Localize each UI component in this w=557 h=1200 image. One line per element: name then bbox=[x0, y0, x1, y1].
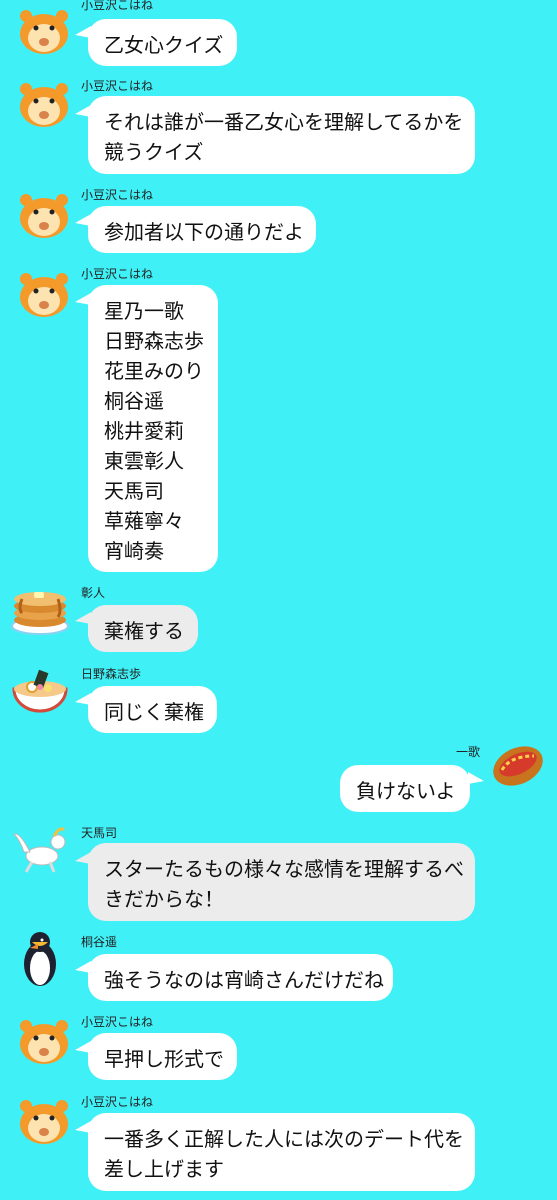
hamster-icon[interactable] bbox=[16, 1090, 72, 1146]
message-line: 負けないよ bbox=[356, 779, 456, 803]
message-line: 強そうなのは宵崎さんだけだね bbox=[104, 968, 384, 992]
message-line: それは誰が一番乙女心を理解してるかを bbox=[104, 110, 464, 134]
message-line: 一番多く正解した人には次のデート代を bbox=[104, 1127, 464, 1151]
message-line: 乙女心クイズ bbox=[104, 33, 224, 57]
hamster-icon[interactable] bbox=[16, 263, 72, 319]
message-bubble[interactable]: 同じく棄権 bbox=[88, 686, 217, 733]
message-line: 星乃一歌 bbox=[104, 299, 184, 323]
sender-name: 一歌 bbox=[456, 745, 481, 759]
sender-name: 小豆沢こはね bbox=[81, 188, 154, 202]
message-bubble[interactable]: 負けないよ bbox=[340, 765, 470, 812]
message-bubble[interactable]: 棄権する bbox=[88, 605, 198, 652]
sender-name: 小豆沢こはね bbox=[81, 79, 154, 93]
sender-name: 小豆沢こはね bbox=[81, 1095, 154, 1109]
message-line: 天馬司 bbox=[104, 479, 164, 503]
penguin-icon[interactable] bbox=[14, 930, 66, 988]
message-line: 宵崎奏 bbox=[104, 539, 164, 563]
bubble-tail bbox=[468, 772, 484, 784]
message-bubble[interactable]: 一番多く正解した人には次のデート代を 差し上げます bbox=[88, 1113, 475, 1191]
hamster-icon[interactable] bbox=[16, 0, 72, 56]
message-line: 棄権する bbox=[104, 619, 184, 643]
pegasus-icon[interactable] bbox=[10, 822, 72, 878]
hamster-icon[interactable] bbox=[16, 184, 72, 240]
hotdog-icon[interactable] bbox=[488, 740, 548, 792]
sender-name: 小豆沢こはね bbox=[81, 267, 154, 281]
sender-name: 天馬司 bbox=[81, 826, 118, 840]
message-line: 早押し形式で bbox=[104, 1047, 224, 1071]
message-bubble[interactable]: 参加者以下の通りだよ bbox=[88, 206, 316, 253]
message-line: 草薙寧々 bbox=[104, 509, 184, 533]
message-line: 桃井愛莉 bbox=[104, 419, 184, 443]
sender-name: 彰人 bbox=[81, 586, 106, 600]
message-line: 競うクイズ bbox=[104, 140, 204, 164]
sender-name: 小豆沢こはね bbox=[81, 1015, 154, 1029]
message-line: 日野森志歩 bbox=[104, 329, 204, 353]
message-line: 花里みのり bbox=[104, 359, 204, 383]
message-bubble[interactable]: 星乃一歌 日野森志歩 花里みのり 桐谷遥 桃井愛莉 東雲彰人 天馬司 草薙寧々 … bbox=[88, 285, 218, 572]
message-line: 参加者以下の通りだよ bbox=[104, 220, 304, 244]
ramen-icon[interactable] bbox=[10, 661, 70, 717]
message-bubble[interactable]: 早押し形式で bbox=[88, 1033, 237, 1080]
sender-name: 日野森志歩 bbox=[81, 667, 142, 681]
sender-name: 小豆沢こはね bbox=[81, 0, 154, 12]
message-bubble[interactable]: 乙女心クイズ bbox=[88, 19, 237, 66]
message-bubble[interactable]: スターたるもの様々な感情を理解するべ きだからな！ bbox=[88, 843, 475, 921]
message-line: スターたるもの様々な感情を理解するべ bbox=[104, 857, 464, 881]
hamster-icon[interactable] bbox=[16, 1010, 72, 1066]
message-line: 東雲彰人 bbox=[104, 449, 184, 473]
sender-name: 桐谷遥 bbox=[81, 935, 118, 949]
pancake-icon[interactable] bbox=[10, 580, 70, 638]
message-line: 同じく棄権 bbox=[104, 700, 204, 724]
message-line: 桐谷遥 bbox=[104, 389, 164, 413]
message-bubble[interactable]: 強そうなのは宵崎さんだけだね bbox=[88, 954, 393, 1001]
message-line: 差し上げます bbox=[104, 1157, 224, 1181]
hamster-icon[interactable] bbox=[16, 73, 72, 129]
message-bubble[interactable]: それは誰が一番乙女心を理解してるかを 競うクイズ bbox=[88, 96, 475, 174]
message-line: きだからな！ bbox=[104, 887, 224, 911]
